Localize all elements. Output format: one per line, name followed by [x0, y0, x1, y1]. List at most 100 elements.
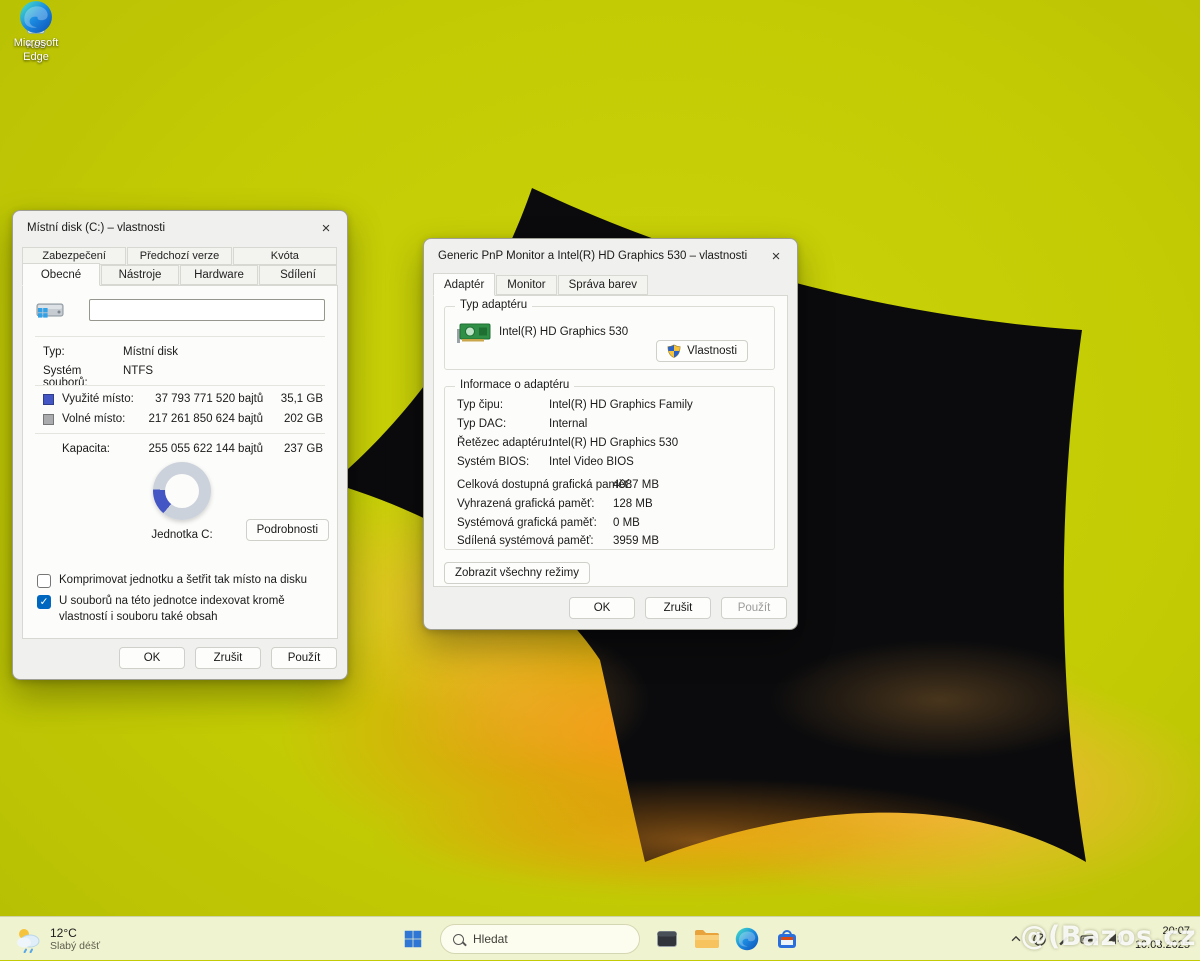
tab-hardware[interactable]: Hardware [180, 265, 258, 285]
weather-icon [14, 925, 42, 953]
tab-sprava-barev[interactable]: Správa barev [558, 275, 648, 295]
weather-temperature: 12°C [50, 926, 100, 940]
drive-caption: Jednotka C: [102, 529, 262, 541]
disk-dialog-close-button[interactable]: × [311, 216, 341, 240]
capacity-bytes: 255 055 622 144 bajtů [133, 443, 263, 455]
tab-nastroje[interactable]: Nástroje [101, 265, 179, 285]
start-button[interactable] [400, 926, 426, 952]
tab-adapter[interactable]: Adaptér [433, 273, 495, 296]
adapter-properties-button[interactable]: Vlastnosti [656, 340, 748, 362]
info-label: Vyhrazená grafická paměť: [457, 498, 613, 510]
close-icon: × [322, 220, 331, 237]
adapter-dialog-titlebar[interactable]: Generic PnP Monitor a Intel(R) HD Graphi… [424, 239, 797, 273]
used-space-size: 35,1 GB [263, 393, 323, 405]
info-value: Intel(R) HD Graphics Family [549, 399, 693, 411]
disk-properties-dialog: Místní disk (C:) – vlastnosti × Zabezpeč… [12, 210, 348, 680]
checkmark-icon: ✓ [40, 595, 49, 609]
taskbar-app-window[interactable] [654, 926, 680, 952]
info-label: Řetězec adaptéru: [457, 437, 549, 449]
weather-widget[interactable]: 12°C Slabý déšť [8, 917, 106, 961]
uac-shield-icon [667, 344, 681, 358]
windows-logo-icon [402, 928, 424, 950]
info-label: Systém BIOS: [457, 456, 549, 468]
used-space-bytes: 37 793 771 520 bajtů [134, 393, 263, 405]
disk-dialog-buttons: OK Zrušit Použít [119, 647, 337, 669]
close-icon: × [772, 248, 781, 265]
disk-apply-button[interactable]: Použít [271, 647, 337, 669]
capacity-size: 237 GB [263, 443, 323, 455]
desktop-icon-label: Microsoft Edge [0, 37, 72, 65]
adapter-apply-button[interactable]: Použít [721, 597, 787, 619]
adapter-properties-dialog: Generic PnP Monitor a Intel(R) HD Graphi… [423, 238, 798, 630]
used-space-swatch [43, 394, 54, 405]
index-checkbox[interactable]: ✓ [37, 595, 51, 609]
tab-sdileni[interactable]: Sdílení [259, 265, 337, 285]
disk-dialog-front-tab-row: Obecné Nástroje Hardware Sdílení [22, 265, 338, 285]
type-label: Typ: [43, 346, 123, 358]
info-label: Systémová grafická paměť: [457, 517, 613, 529]
volume-label-input[interactable] [89, 299, 325, 321]
capacity-row: Kapacita: 255 055 622 144 bajtů 237 GB [43, 443, 323, 455]
app-window-icon [655, 927, 679, 951]
separator [35, 433, 325, 434]
search-input[interactable]: Hledat [440, 924, 640, 954]
disk-cancel-button[interactable]: Zrušit [195, 647, 261, 669]
adapter-dialog-tab-row: Adaptér Monitor Správa barev [433, 275, 649, 295]
compress-checkbox[interactable] [37, 574, 51, 588]
adapter-name: Intel(R) HD Graphics 530 [499, 326, 628, 338]
info-row: Typ DAC: Internal [457, 418, 768, 430]
file-explorer-button[interactable] [694, 926, 720, 952]
store-taskbar-button[interactable] [774, 926, 800, 952]
tab-predchozi-verze[interactable]: Předchozí verze [127, 247, 231, 265]
separator [35, 385, 325, 386]
compress-checkbox-label: Komprimovat jednotku a šetřit tak místo … [59, 573, 307, 589]
info-row: Systém BIOS: Intel Video BIOS [457, 456, 768, 468]
free-space-row: Volné místo: 217 261 850 624 bajtů 202 G… [43, 413, 323, 425]
edge-icon [19, 0, 53, 34]
compress-option-row: Komprimovat jednotku a šetřit tak místo … [37, 573, 327, 589]
info-value: 128 MB [613, 498, 653, 510]
info-row: Sdílená systémová paměť: 3959 MB [457, 535, 768, 547]
edge-taskbar-button[interactable] [734, 926, 760, 952]
info-value: 0 MB [613, 517, 640, 529]
details-button[interactable]: Podrobnosti [246, 519, 329, 541]
free-space-label: Volné místo: [62, 413, 133, 425]
desktop-icon-edge[interactable]: Microsoft Edge [0, 0, 72, 65]
info-label: Sdílená systémová paměť: [457, 535, 613, 547]
info-value: Internal [549, 418, 587, 430]
tab-kvota[interactable]: Kvóta [233, 247, 337, 265]
info-label: Typ DAC: [457, 418, 549, 430]
used-space-row: Využité místo: 37 793 771 520 bajtů 35,1… [43, 393, 323, 405]
adapter-dialog-close-button[interactable]: × [761, 244, 791, 268]
tab-monitor[interactable]: Monitor [496, 275, 556, 295]
tab-obecne[interactable]: Obecné [22, 263, 100, 286]
index-option-row: ✓ U souborů na této jednotce indexovat k… [37, 594, 327, 625]
store-icon [775, 927, 799, 951]
info-row: Celková dostupná grafická paměť: 4087 MB [457, 479, 768, 491]
search-icon [453, 934, 464, 945]
drive-icon [35, 298, 65, 322]
type-row: Typ: Místní disk [43, 346, 323, 358]
free-space-bytes: 217 261 850 624 bajtů [133, 413, 263, 425]
search-placeholder: Hledat [473, 932, 508, 946]
free-space-size: 202 GB [263, 413, 323, 425]
capacity-label: Kapacita: [62, 443, 133, 455]
disk-dialog-titlebar[interactable]: Místní disk (C:) – vlastnosti × [13, 211, 347, 245]
disk-general-tabpage: Typ: Místní disk Systém souborů: NTFS Vy… [22, 285, 338, 639]
list-all-modes-button[interactable]: Zobrazit všechny režimy [444, 562, 590, 584]
separator [35, 336, 325, 337]
disk-usage-donut [153, 462, 211, 520]
adapter-tabpage: Typ adaptéru Intel(R) HD Graphics 530 [433, 295, 788, 587]
adapter-type-group-title: Typ adaptéru [455, 299, 532, 311]
disk-ok-button[interactable]: OK [119, 647, 185, 669]
gpu-card-icon [455, 319, 493, 345]
info-value: 3959 MB [613, 535, 659, 547]
disk-dialog-title: Místní disk (C:) – vlastnosti [27, 222, 165, 234]
info-label: Celková dostupná grafická paměť: [457, 479, 613, 491]
adapter-ok-button[interactable]: OK [569, 597, 635, 619]
index-checkbox-label: U souborů na této jednotce indexovat kro… [59, 594, 327, 625]
weather-condition: Slabý déšť [50, 940, 100, 953]
adapter-info-group-title: Informace o adaptéru [455, 379, 574, 391]
adapter-cancel-button[interactable]: Zrušit [645, 597, 711, 619]
info-value: Intel Video BIOS [549, 456, 634, 468]
